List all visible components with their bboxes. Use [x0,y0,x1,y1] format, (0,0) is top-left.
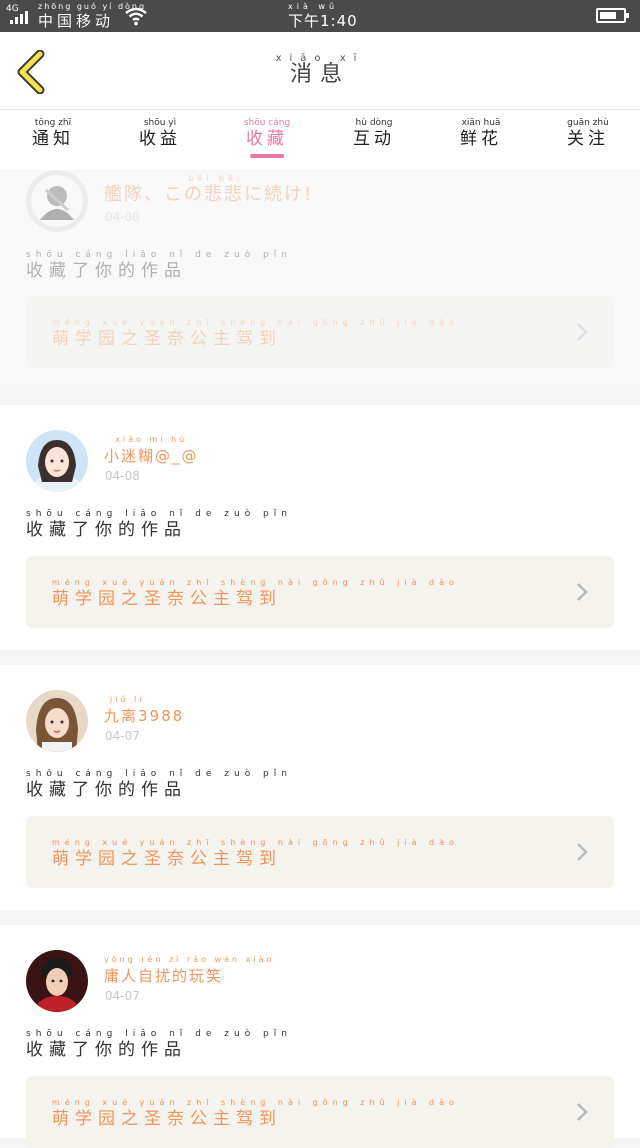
active-tab-indicator [250,154,284,158]
chevron-right-icon [577,583,588,601]
tab-interactions[interactable]: hù dòng 互动 [324,118,424,150]
chevron-right-icon [577,1103,588,1121]
tab-bar: tōng zhī 通知 shōu yì 收益 shōu cáng 收藏 hù dòng… [0,110,640,170]
clock: xià wǔ 下午1:40 [288,2,358,30]
list-item[interactable]: bēi bēi 艦隊、この悲悲に続け! 04-08 shōu cáng liǎo… [0,170,640,385]
work-link[interactable]: méng xué yuán zhī shèng nài gōng zhǔ jià… [26,816,614,888]
work-link[interactable]: méng xué yuán zhī shèng nài gōng zhǔ jià… [26,1076,614,1148]
tab-earnings[interactable]: shōu yì 收益 [110,118,210,150]
chevron-right-icon [577,323,588,341]
message-date: 04-08 [105,469,140,483]
avatar[interactable] [26,430,88,492]
chevron-right-icon [577,843,588,861]
signal-icon [10,10,30,24]
username[interactable]: jiǔ lí 九离3988 [104,695,184,727]
tab-favorites[interactable]: shōu cáng 收藏 [217,118,317,158]
work-title: méng xué yuán zhī shèng nài gōng zhǔ jià… [52,318,459,349]
username[interactable]: bēi bēi 艦隊、この悲悲に続け! [104,174,313,206]
list-item[interactable]: jiǔ lí 九离3988 04-07 shōu cáng liǎo nǐ de… [0,665,640,910]
avatar[interactable] [26,690,88,752]
work-title: méng xué yuán zhī shèng nài gōng zhǔ jià… [52,1098,459,1129]
action-text: shōu cáng liǎo nǐ de zuò pǐn 收藏了你的作品 [26,1029,292,1060]
battery-icon [596,8,629,23]
tab-follows[interactable]: guān zhù 关注 [538,118,638,150]
action-text: shōu cáng liǎo nǐ de zuò pǐn 收藏了你的作品 [26,769,292,800]
header: xiāo xī 消息 [0,32,640,110]
avatar[interactable] [26,950,88,1012]
list-item[interactable]: yōng rén zì rǎo wán xiào 庸人自扰的玩笑 04-07 s… [0,925,640,1148]
page-title: xiāo xī 消息 [275,53,365,87]
tab-notifications[interactable]: tōng zhī 通知 [3,118,103,150]
action-text: shōu cáng liǎo nǐ de zuò pǐn 收藏了你的作品 [26,250,292,281]
list-item[interactable]: xiǎo mí hú 小迷糊@_@ 04-08 shōu cáng liǎo n… [0,405,640,650]
avatar[interactable] [26,170,88,232]
work-link[interactable]: méng xué yuán zhī shèng nài gōng zhǔ jià… [26,556,614,628]
work-title: méng xué yuán zhī shèng nài gōng zhǔ jià… [52,578,459,609]
wifi-icon [125,7,147,26]
message-date: 04-07 [105,989,140,1003]
work-link[interactable]: méng xué yuán zhī shèng nài gōng zhǔ jià… [26,296,614,368]
tab-flowers[interactable]: xiān huā 鲜花 [431,118,531,150]
username[interactable]: yōng rén zì rǎo wán xiào 庸人自扰的玩笑 [104,955,274,987]
username[interactable]: xiǎo mí hú 小迷糊@_@ [104,435,199,467]
status-bar: 4G zhōng guó yí dòng 中国移动 xià wǔ 下午1:40 [0,0,640,32]
message-date: 04-08 [105,210,140,224]
action-text: shōu cáng liǎo nǐ de zuò pǐn 收藏了你的作品 [26,509,292,540]
message-date: 04-07 [105,729,140,743]
work-title: méng xué yuán zhī shèng nài gōng zhǔ jià… [52,838,459,869]
